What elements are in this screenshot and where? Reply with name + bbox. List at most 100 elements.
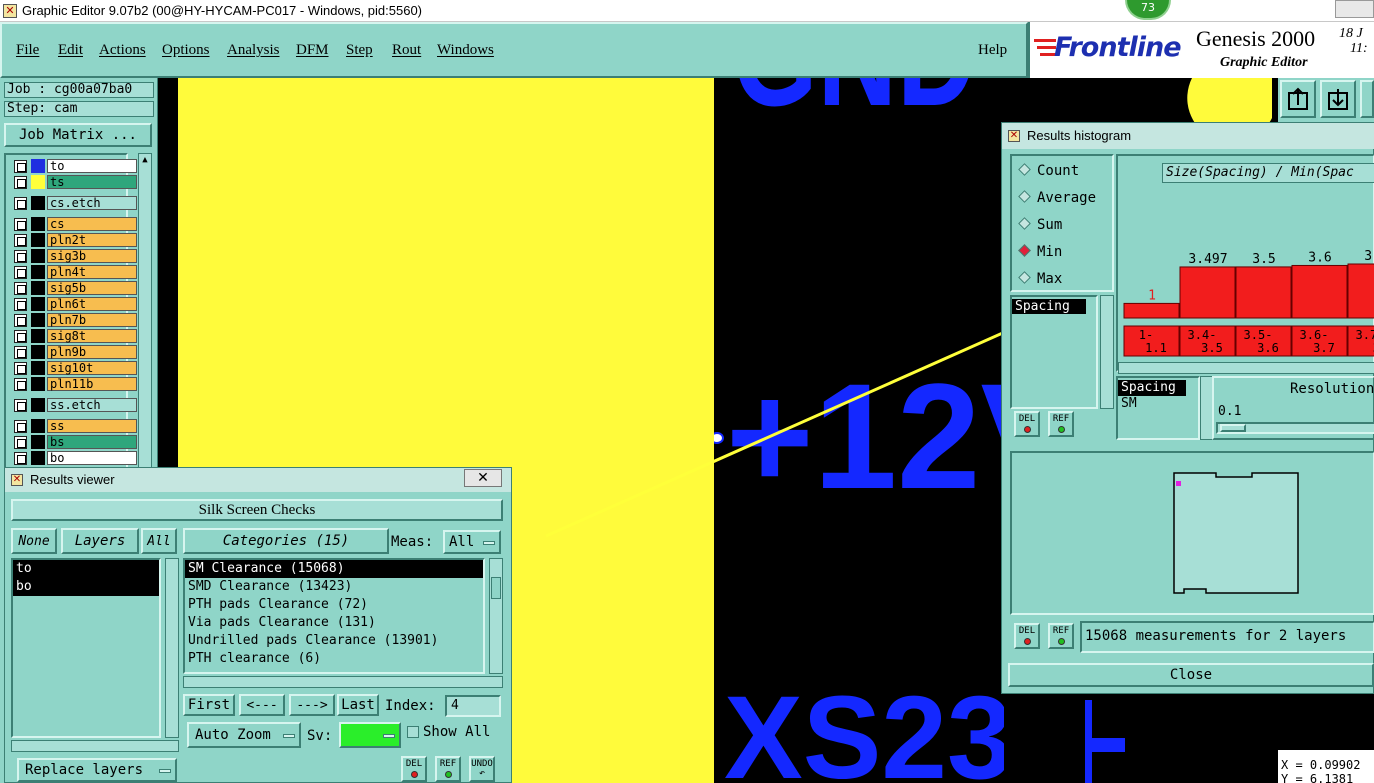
layer-color-swatch[interactable] <box>31 175 45 189</box>
show-all-checkbox[interactable] <box>407 726 419 738</box>
layer-name[interactable]: sig3b <box>47 249 137 263</box>
layer-color-swatch[interactable] <box>31 265 45 279</box>
save-icon[interactable] <box>1320 80 1356 118</box>
layer-color-swatch[interactable] <box>31 297 45 311</box>
menu-file[interactable]: File <box>16 42 39 59</box>
layer-results-list[interactable]: to bo <box>11 558 161 738</box>
ref-button[interactable]: REF <box>1048 411 1074 437</box>
layer-row-sig10t[interactable]: sig10t <box>14 361 137 375</box>
mode-max-radio[interactable]: Max <box>1018 271 1062 287</box>
menu-options[interactable]: Options <box>162 42 210 59</box>
layer-checkbox[interactable] <box>14 282 27 295</box>
layer-row-bo[interactable]: bo <box>14 451 137 465</box>
layer-checkbox[interactable] <box>14 234 27 247</box>
category-list-vscroll[interactable] <box>489 558 503 674</box>
layer-name[interactable]: ts <box>47 175 137 189</box>
layer-list-hscroll[interactable] <box>11 740 179 752</box>
layer-row-sig5b[interactable]: sig5b <box>14 281 137 295</box>
menu-edit[interactable]: Edit <box>58 42 83 59</box>
resolution-slider[interactable] <box>1216 422 1374 434</box>
layer-row-pln11b[interactable]: pln11b <box>14 377 137 391</box>
ref-button[interactable]: REF <box>1048 623 1074 649</box>
layer-color-swatch[interactable] <box>31 345 45 359</box>
layer-checkbox[interactable] <box>14 452 27 465</box>
mode-sum-radio[interactable]: Sum <box>1018 217 1062 233</box>
layer-row-ts[interactable]: ts <box>14 175 137 189</box>
window-control-button[interactable] <box>1335 0 1374 18</box>
layer-color-swatch[interactable] <box>31 281 45 295</box>
layer-name[interactable]: bs <box>47 435 137 449</box>
result-layer-item[interactable]: bo <box>13 578 159 596</box>
histogram-chart[interactable]: Size(Spacing) / Min(Spac 1 1- 1.1 3.497 3.4-… <box>1116 154 1374 374</box>
del-button[interactable]: DEL <box>1014 411 1040 437</box>
histogram-bar[interactable] <box>1123 302 1180 319</box>
layer-row-sig3b[interactable]: sig3b <box>14 249 137 263</box>
layer-color-swatch[interactable] <box>31 329 45 343</box>
measure-list[interactable]: Spacing <box>1010 295 1098 409</box>
layer-color-swatch[interactable] <box>31 313 45 327</box>
layer-checkbox[interactable] <box>14 346 27 359</box>
chart-hscroll[interactable] <box>1118 362 1374 374</box>
layer-row-pln9b[interactable]: pln9b <box>14 345 137 359</box>
layer-row-bs[interactable]: bs <box>14 435 137 449</box>
none-button[interactable]: None <box>11 528 57 554</box>
histogram-bar[interactable] <box>1291 264 1348 319</box>
layer-name[interactable]: to <box>47 159 137 173</box>
menu-actions[interactable]: Actions <box>99 42 146 59</box>
layer-row-pln6t[interactable]: pln6t <box>14 297 137 311</box>
menu-dfm[interactable]: DFM <box>296 42 329 59</box>
last-button[interactable]: Last <box>337 694 379 716</box>
layer-name[interactable]: sig8t <box>47 329 137 343</box>
layer-checkbox[interactable] <box>14 362 27 375</box>
ref-button[interactable]: REF <box>435 756 461 782</box>
mode-count-radio[interactable]: Count <box>1018 163 1079 179</box>
layer-name[interactable]: pln2t <box>47 233 137 247</box>
layer-name[interactable]: pln4t <box>47 265 137 279</box>
layer-row-sig8t[interactable]: sig8t <box>14 329 137 343</box>
menu-help[interactable]: Help <box>978 42 1007 59</box>
layer-name[interactable]: pln9b <box>47 345 137 359</box>
slider-handle[interactable] <box>1220 424 1246 432</box>
layer-row-pln7b[interactable]: pln7b <box>14 313 137 327</box>
layer-color-swatch[interactable] <box>31 398 45 412</box>
layer-color-swatch[interactable] <box>31 435 45 449</box>
first-button[interactable]: First <box>183 694 235 716</box>
layer-checkbox[interactable] <box>14 298 27 311</box>
layer-checkbox[interactable] <box>14 420 27 433</box>
layer-row-ss[interactable]: ss <box>14 419 137 433</box>
histogram-bar[interactable] <box>1235 266 1292 319</box>
layer-checkbox[interactable] <box>14 160 27 173</box>
del-button[interactable]: DEL <box>1014 623 1040 649</box>
layer-name[interactable]: bo <box>47 451 137 465</box>
layer-name[interactable]: ss <box>47 419 137 433</box>
del-button[interactable]: DEL <box>401 756 427 782</box>
toolbar-button-partial[interactable] <box>1360 80 1374 118</box>
load-icon[interactable] <box>1280 80 1316 118</box>
layer-color-swatch[interactable] <box>31 451 45 465</box>
replace-layers-dropdown[interactable]: Replace layers <box>17 758 177 782</box>
layer-row-ss-etch[interactable]: ss.etch <box>14 398 137 412</box>
close-button[interactable]: Close <box>1008 663 1374 687</box>
all-button[interactable]: All <box>141 528 177 554</box>
layer-name[interactable]: ss.etch <box>47 398 137 412</box>
menu-windows[interactable]: Windows <box>437 42 494 59</box>
category-list-hscroll[interactable] <box>183 676 503 688</box>
category-item[interactable]: Via pads Clearance (131) <box>185 614 483 632</box>
mode-min-radio[interactable]: Min <box>1018 244 1062 260</box>
layer-list-vscroll[interactable] <box>165 558 179 738</box>
category-item[interactable]: PTH pads Clearance (72) <box>185 596 483 614</box>
check-set-title[interactable]: Silk Screen Checks <box>11 499 503 521</box>
layer-color-swatch[interactable] <box>31 419 45 433</box>
meas-dropdown[interactable]: All <box>443 530 501 554</box>
layer-color-swatch[interactable] <box>31 159 45 173</box>
layer-color-swatch[interactable] <box>31 377 45 391</box>
categories-button[interactable]: Categories (15) <box>183 528 389 554</box>
layer-checkbox[interactable] <box>14 266 27 279</box>
layers-button[interactable]: Layers <box>61 528 139 554</box>
category-item[interactable]: PTH clearance (6) <box>185 650 483 668</box>
menu-rout[interactable]: Rout <box>392 42 421 59</box>
job-matrix-button[interactable]: Job Matrix ... <box>4 123 152 147</box>
mode-average-radio[interactable]: Average <box>1018 190 1096 206</box>
layer-row-pln4t[interactable]: pln4t <box>14 265 137 279</box>
category-item[interactable]: SM Clearance (15068) <box>185 560 483 578</box>
